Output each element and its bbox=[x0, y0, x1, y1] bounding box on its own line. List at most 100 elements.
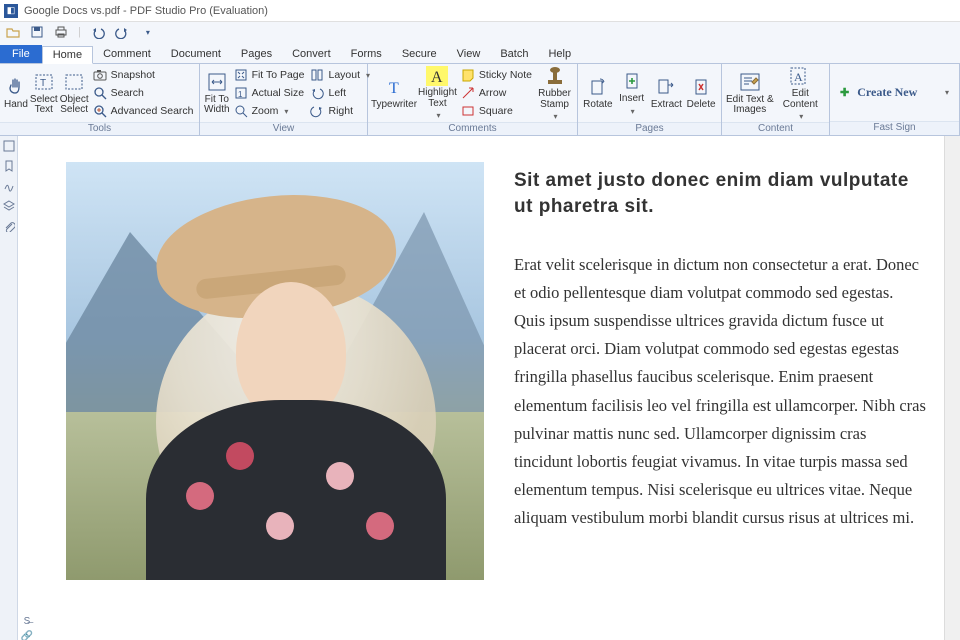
link-icon[interactable]: 🔗 bbox=[21, 631, 33, 640]
fastsign-dropdown-icon[interactable]: ▾ bbox=[945, 88, 949, 97]
save-icon[interactable] bbox=[30, 25, 44, 39]
actual-size-label: Actual Size bbox=[252, 87, 305, 99]
menu-document[interactable]: Document bbox=[161, 45, 231, 63]
strikethrough-icon[interactable]: S̶ bbox=[24, 616, 31, 627]
create-new-button[interactable]: ✚ Create New bbox=[838, 85, 919, 100]
undo-icon[interactable] bbox=[91, 25, 105, 39]
insert-label: Insert bbox=[619, 94, 644, 105]
vertical-scrollbar[interactable] bbox=[944, 136, 960, 640]
object-select-button[interactable]: Object Select bbox=[60, 66, 89, 120]
ribbon: Hand T Select Text Object Select Snapsho… bbox=[0, 64, 960, 136]
zoom-icon bbox=[234, 104, 248, 118]
document-text-column: Sit amet justo donec enim diam vulputate… bbox=[514, 162, 926, 580]
signature-icon[interactable] bbox=[3, 180, 15, 192]
snapshot-button[interactable]: Snapshot bbox=[91, 66, 196, 84]
thumbnails-icon[interactable] bbox=[3, 140, 15, 152]
app-icon: ◧ bbox=[4, 4, 18, 18]
bookmarks-icon[interactable] bbox=[3, 160, 15, 172]
title-bar: ◧ Google Docs vs.pdf - PDF Studio Pro (E… bbox=[0, 0, 960, 22]
fit-to-width-button[interactable]: Fit To Width bbox=[204, 66, 230, 120]
edit-content-label: Edit Content bbox=[776, 89, 825, 110]
typewriter-button[interactable]: T Typewriter bbox=[372, 66, 416, 120]
rotate-left-button[interactable]: Left bbox=[308, 84, 372, 102]
advanced-search-button[interactable]: Advanced Search bbox=[91, 102, 196, 120]
layout-button[interactable]: Layout▾ bbox=[308, 66, 372, 84]
menu-view[interactable]: View bbox=[447, 45, 491, 63]
attachments-icon[interactable] bbox=[3, 220, 15, 232]
edit-content-button[interactable]: AEdit Content▾ bbox=[776, 66, 825, 120]
svg-text:T: T bbox=[389, 80, 399, 97]
fit-page-label: Fit To Page bbox=[252, 69, 305, 81]
document-page: Sit amet justo donec enim diam vulputate… bbox=[18, 136, 944, 640]
group-pages-label: Pages bbox=[578, 122, 721, 135]
insert-button[interactable]: Insert▾ bbox=[616, 66, 648, 120]
tab-home[interactable]: Home bbox=[42, 46, 93, 64]
edit-text-label: Edit Text & Images bbox=[726, 95, 774, 116]
menu-batch[interactable]: Batch bbox=[490, 45, 538, 63]
delete-label: Delete bbox=[687, 100, 716, 111]
extract-label: Extract bbox=[651, 100, 682, 111]
sticky-note-icon bbox=[461, 68, 475, 82]
hand-button[interactable]: Hand bbox=[4, 66, 28, 120]
layers-icon[interactable] bbox=[3, 200, 15, 212]
rotate-button[interactable]: Rotate bbox=[582, 66, 614, 120]
open-icon[interactable] bbox=[6, 25, 20, 39]
delete-icon bbox=[690, 76, 712, 98]
menu-help[interactable]: Help bbox=[538, 45, 581, 63]
select-text-icon: T bbox=[33, 71, 55, 93]
redo-icon[interactable] bbox=[115, 25, 129, 39]
rubber-stamp-button[interactable]: Rubber Stamp▾ bbox=[536, 66, 573, 120]
extract-button[interactable]: Extract bbox=[650, 66, 684, 120]
menu-comment[interactable]: Comment bbox=[93, 45, 161, 63]
document-image bbox=[66, 162, 484, 580]
actual-size-button[interactable]: 1Actual Size bbox=[232, 84, 307, 102]
highlight-dropdown-icon: ▾ bbox=[436, 111, 440, 120]
search-button[interactable]: Search bbox=[91, 84, 196, 102]
menu-forms[interactable]: Forms bbox=[341, 45, 392, 63]
menu-bar: File Home Comment Document Pages Convert… bbox=[0, 42, 960, 64]
group-tools: Hand T Select Text Object Select Snapsho… bbox=[0, 64, 200, 135]
search-label: Search bbox=[111, 87, 144, 99]
rotate-right-button[interactable]: Right bbox=[308, 102, 372, 120]
select-text-label: Select Text bbox=[30, 95, 58, 116]
zoom-button[interactable]: Zoom▾ bbox=[232, 102, 307, 120]
print-icon[interactable] bbox=[54, 25, 68, 39]
camera-icon bbox=[93, 68, 107, 82]
extract-icon bbox=[655, 76, 677, 98]
object-select-icon bbox=[63, 71, 85, 93]
menu-secure[interactable]: Secure bbox=[392, 45, 447, 63]
typewriter-icon: T bbox=[383, 76, 405, 98]
edit-text-images-button[interactable]: Edit Text & Images bbox=[726, 66, 774, 120]
arrow-label: Arrow bbox=[479, 87, 506, 99]
delete-button[interactable]: Delete bbox=[685, 66, 717, 120]
tab-file[interactable]: File bbox=[0, 45, 42, 63]
sticky-note-button[interactable]: Sticky Note bbox=[459, 66, 534, 84]
sticky-note-label: Sticky Note bbox=[479, 69, 532, 81]
square-button[interactable]: Square bbox=[459, 102, 534, 120]
menu-convert[interactable]: Convert bbox=[282, 45, 341, 63]
highlight-icon: A bbox=[426, 66, 448, 86]
create-new-label: Create New bbox=[857, 85, 917, 100]
menu-pages[interactable]: Pages bbox=[231, 45, 282, 63]
search-icon bbox=[93, 86, 107, 100]
group-content: Edit Text & Images AEdit Content▾ Conten… bbox=[722, 64, 830, 135]
quickbar-dropdown-icon[interactable]: ▾ bbox=[141, 25, 155, 39]
select-text-button[interactable]: T Select Text bbox=[30, 66, 58, 120]
document-body: Erat velit scelerisque in dictum non con… bbox=[514, 251, 926, 531]
fit-to-page-button[interactable]: Fit To Page bbox=[232, 66, 307, 84]
layout-label: Layout bbox=[328, 69, 360, 81]
plus-icon: ✚ bbox=[840, 86, 849, 99]
rotate-right-label: Right bbox=[328, 105, 353, 117]
rotate-left-label: Left bbox=[328, 87, 346, 99]
highlight-text-button[interactable]: A Highlight Text ▾ bbox=[418, 66, 457, 120]
snapshot-label: Snapshot bbox=[111, 69, 155, 81]
arrow-button[interactable]: Arrow bbox=[459, 84, 534, 102]
workspace: Sit amet justo donec enim diam vulputate… bbox=[0, 136, 960, 640]
object-select-label: Object Select bbox=[60, 95, 89, 116]
insert-icon bbox=[621, 70, 643, 92]
group-comments: T Typewriter A Highlight Text ▾ Sticky No… bbox=[368, 64, 578, 135]
group-content-label: Content bbox=[722, 122, 829, 135]
side-panel bbox=[0, 136, 18, 640]
group-tools-label: Tools bbox=[0, 122, 199, 135]
highlight-label: Highlight Text bbox=[418, 88, 457, 109]
